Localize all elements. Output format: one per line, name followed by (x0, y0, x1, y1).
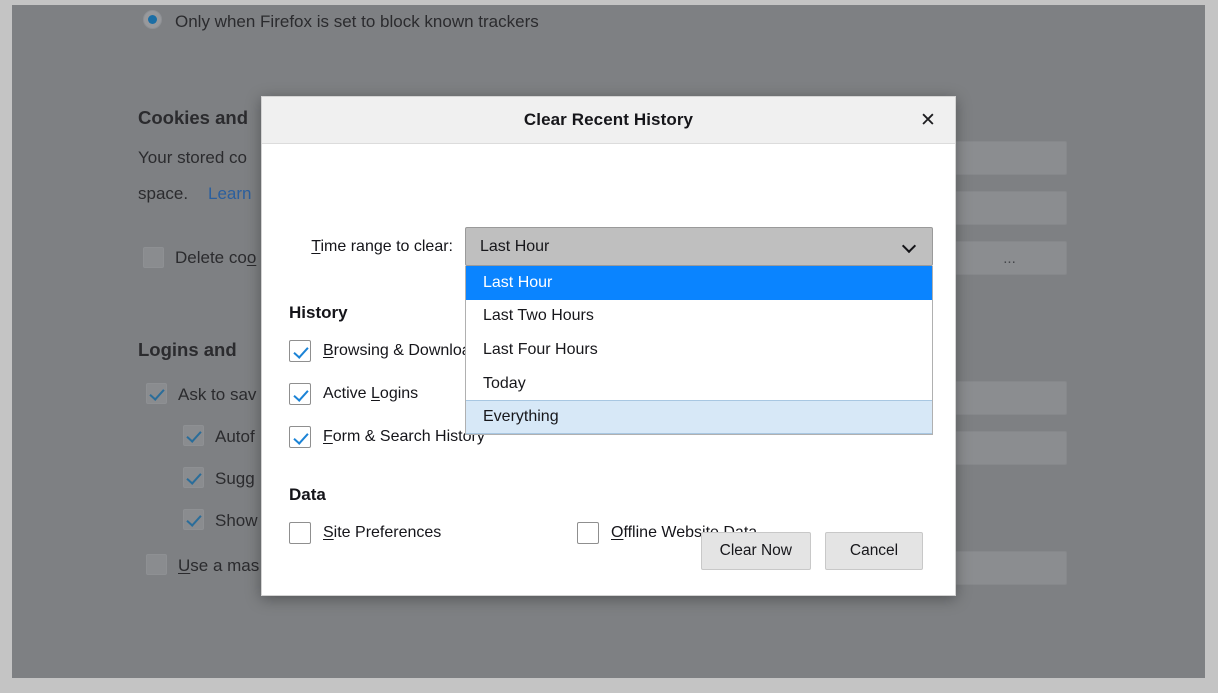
time-range-label-text: ime range to clear: (320, 237, 453, 255)
dropdown-option-today[interactable]: Today (466, 367, 932, 401)
checkbox-site-preferences[interactable] (289, 521, 311, 544)
checkbox-form-search-history[interactable] (289, 425, 311, 448)
dialog-button-bar: Clear Now Cancel (700, 532, 923, 570)
browsing-history-access-key: B (323, 341, 334, 359)
logins-item-label-1: Autof (215, 427, 255, 446)
dialog-body: Time range to clear: Last Hour Last Hour… (262, 144, 955, 596)
radio-block-known-trackers[interactable] (143, 10, 162, 29)
dropdown-option-everything[interactable]: Everything (466, 400, 932, 434)
master-password-access-key: U (178, 556, 191, 575)
cookies-description-line2: space. (138, 184, 189, 203)
delete-cookies-label: Delete coo (175, 249, 256, 266)
time-range-dropdown-list[interactable]: Last Hour Last Two Hours Last Four Hours… (465, 266, 933, 435)
screen-root: Only when Firefox is set to block known … (0, 0, 1218, 693)
time-range-row: Time range to clear: Last Hour Last Hour… (262, 227, 955, 435)
form-search-history-access-key: F (323, 427, 333, 445)
close-icon[interactable]: ✕ (913, 105, 943, 135)
logins-item-label-2: Sugg (215, 469, 255, 488)
master-password-checkbox[interactable] (146, 554, 167, 575)
delete-cookies-label-text: Delete co (175, 248, 247, 267)
side-button-4[interactable] (952, 431, 1067, 465)
active-logins-access-key: L (371, 384, 380, 402)
checkbox-active-logins[interactable] (289, 382, 311, 405)
master-password-label-text: se a mas (190, 556, 260, 575)
cookies-section-heading: Cookies and (138, 107, 248, 128)
logins-item-label-0: Ask to sav (178, 385, 257, 404)
logins-item-checkbox-2[interactable] (183, 467, 204, 488)
active-logins-label-pre: Active (323, 384, 372, 402)
data-section-title: Data (289, 485, 326, 504)
time-range-dropdown[interactable]: Last Hour (465, 227, 933, 266)
learn-more-link[interactable]: Learn (208, 185, 251, 202)
offline-website-data-access-key: O (611, 523, 624, 541)
form-search-history-label-text: orm & Search History (332, 427, 485, 445)
dropdown-option-last-hour[interactable]: Last Hour (466, 266, 932, 300)
cancel-button[interactable]: Cancel (825, 532, 923, 570)
site-preferences-access-key: S (323, 523, 334, 541)
dropdown-option-last-four-hours[interactable]: Last Four Hours (466, 333, 932, 367)
checkbox-row-site-preferences[interactable]: Site Preferences (289, 517, 577, 548)
dialog-titlebar: Clear Recent History ✕ (262, 97, 955, 144)
side-button-5[interactable] (952, 551, 1067, 585)
checkbox-label-form-search-history[interactable]: Form & Search History (323, 428, 485, 446)
logins-item-checkbox-0[interactable] (146, 383, 167, 404)
checkbox-label-site-preferences[interactable]: Site Preferences (323, 524, 441, 542)
delete-cookies-access-key: o (246, 248, 257, 267)
checkbox-label-active-logins[interactable]: Active Logins (323, 385, 418, 403)
delete-cookies-checkbox[interactable] (143, 247, 164, 268)
clear-recent-history-dialog: Clear Recent History ✕ Time range to cle… (261, 96, 956, 596)
logins-section-heading: Logins and (138, 339, 237, 360)
side-button-manage-exceptions[interactable]: ... (952, 241, 1067, 275)
dropdown-option-last-two-hours[interactable]: Last Two Hours (466, 300, 932, 334)
master-password-label: Use a mas (178, 557, 259, 574)
time-range-label: Time range to clear: (262, 238, 465, 256)
side-button-ellipsis-label: ... (1003, 249, 1016, 267)
radio-block-known-trackers-label: Only when Firefox is set to block known … (175, 12, 539, 31)
checkbox-offline-website-data[interactable] (577, 521, 599, 544)
logins-item-checkbox-1[interactable] (183, 425, 204, 446)
logins-item-label-3: Show (215, 511, 258, 530)
active-logins-label-text: ogins (379, 384, 419, 402)
side-button-3[interactable] (952, 381, 1067, 415)
site-preferences-label-text: ite Preferences (333, 523, 442, 541)
side-button-1[interactable] (952, 191, 1067, 225)
side-button-0[interactable] (952, 141, 1067, 175)
clear-now-button[interactable]: Clear Now (700, 532, 811, 570)
checkbox-browsing-history[interactable] (289, 339, 311, 362)
cookies-description-line1: Your stored co (138, 148, 247, 167)
logins-item-checkbox-3[interactable] (183, 509, 204, 530)
time-range-dropdown-wrap: Last Hour Last Hour Last Two Hours Last … (465, 227, 933, 435)
chevron-down-icon (903, 240, 916, 253)
time-range-selected-value: Last Hour (480, 237, 550, 255)
dialog-title: Clear Recent History (523, 110, 694, 129)
